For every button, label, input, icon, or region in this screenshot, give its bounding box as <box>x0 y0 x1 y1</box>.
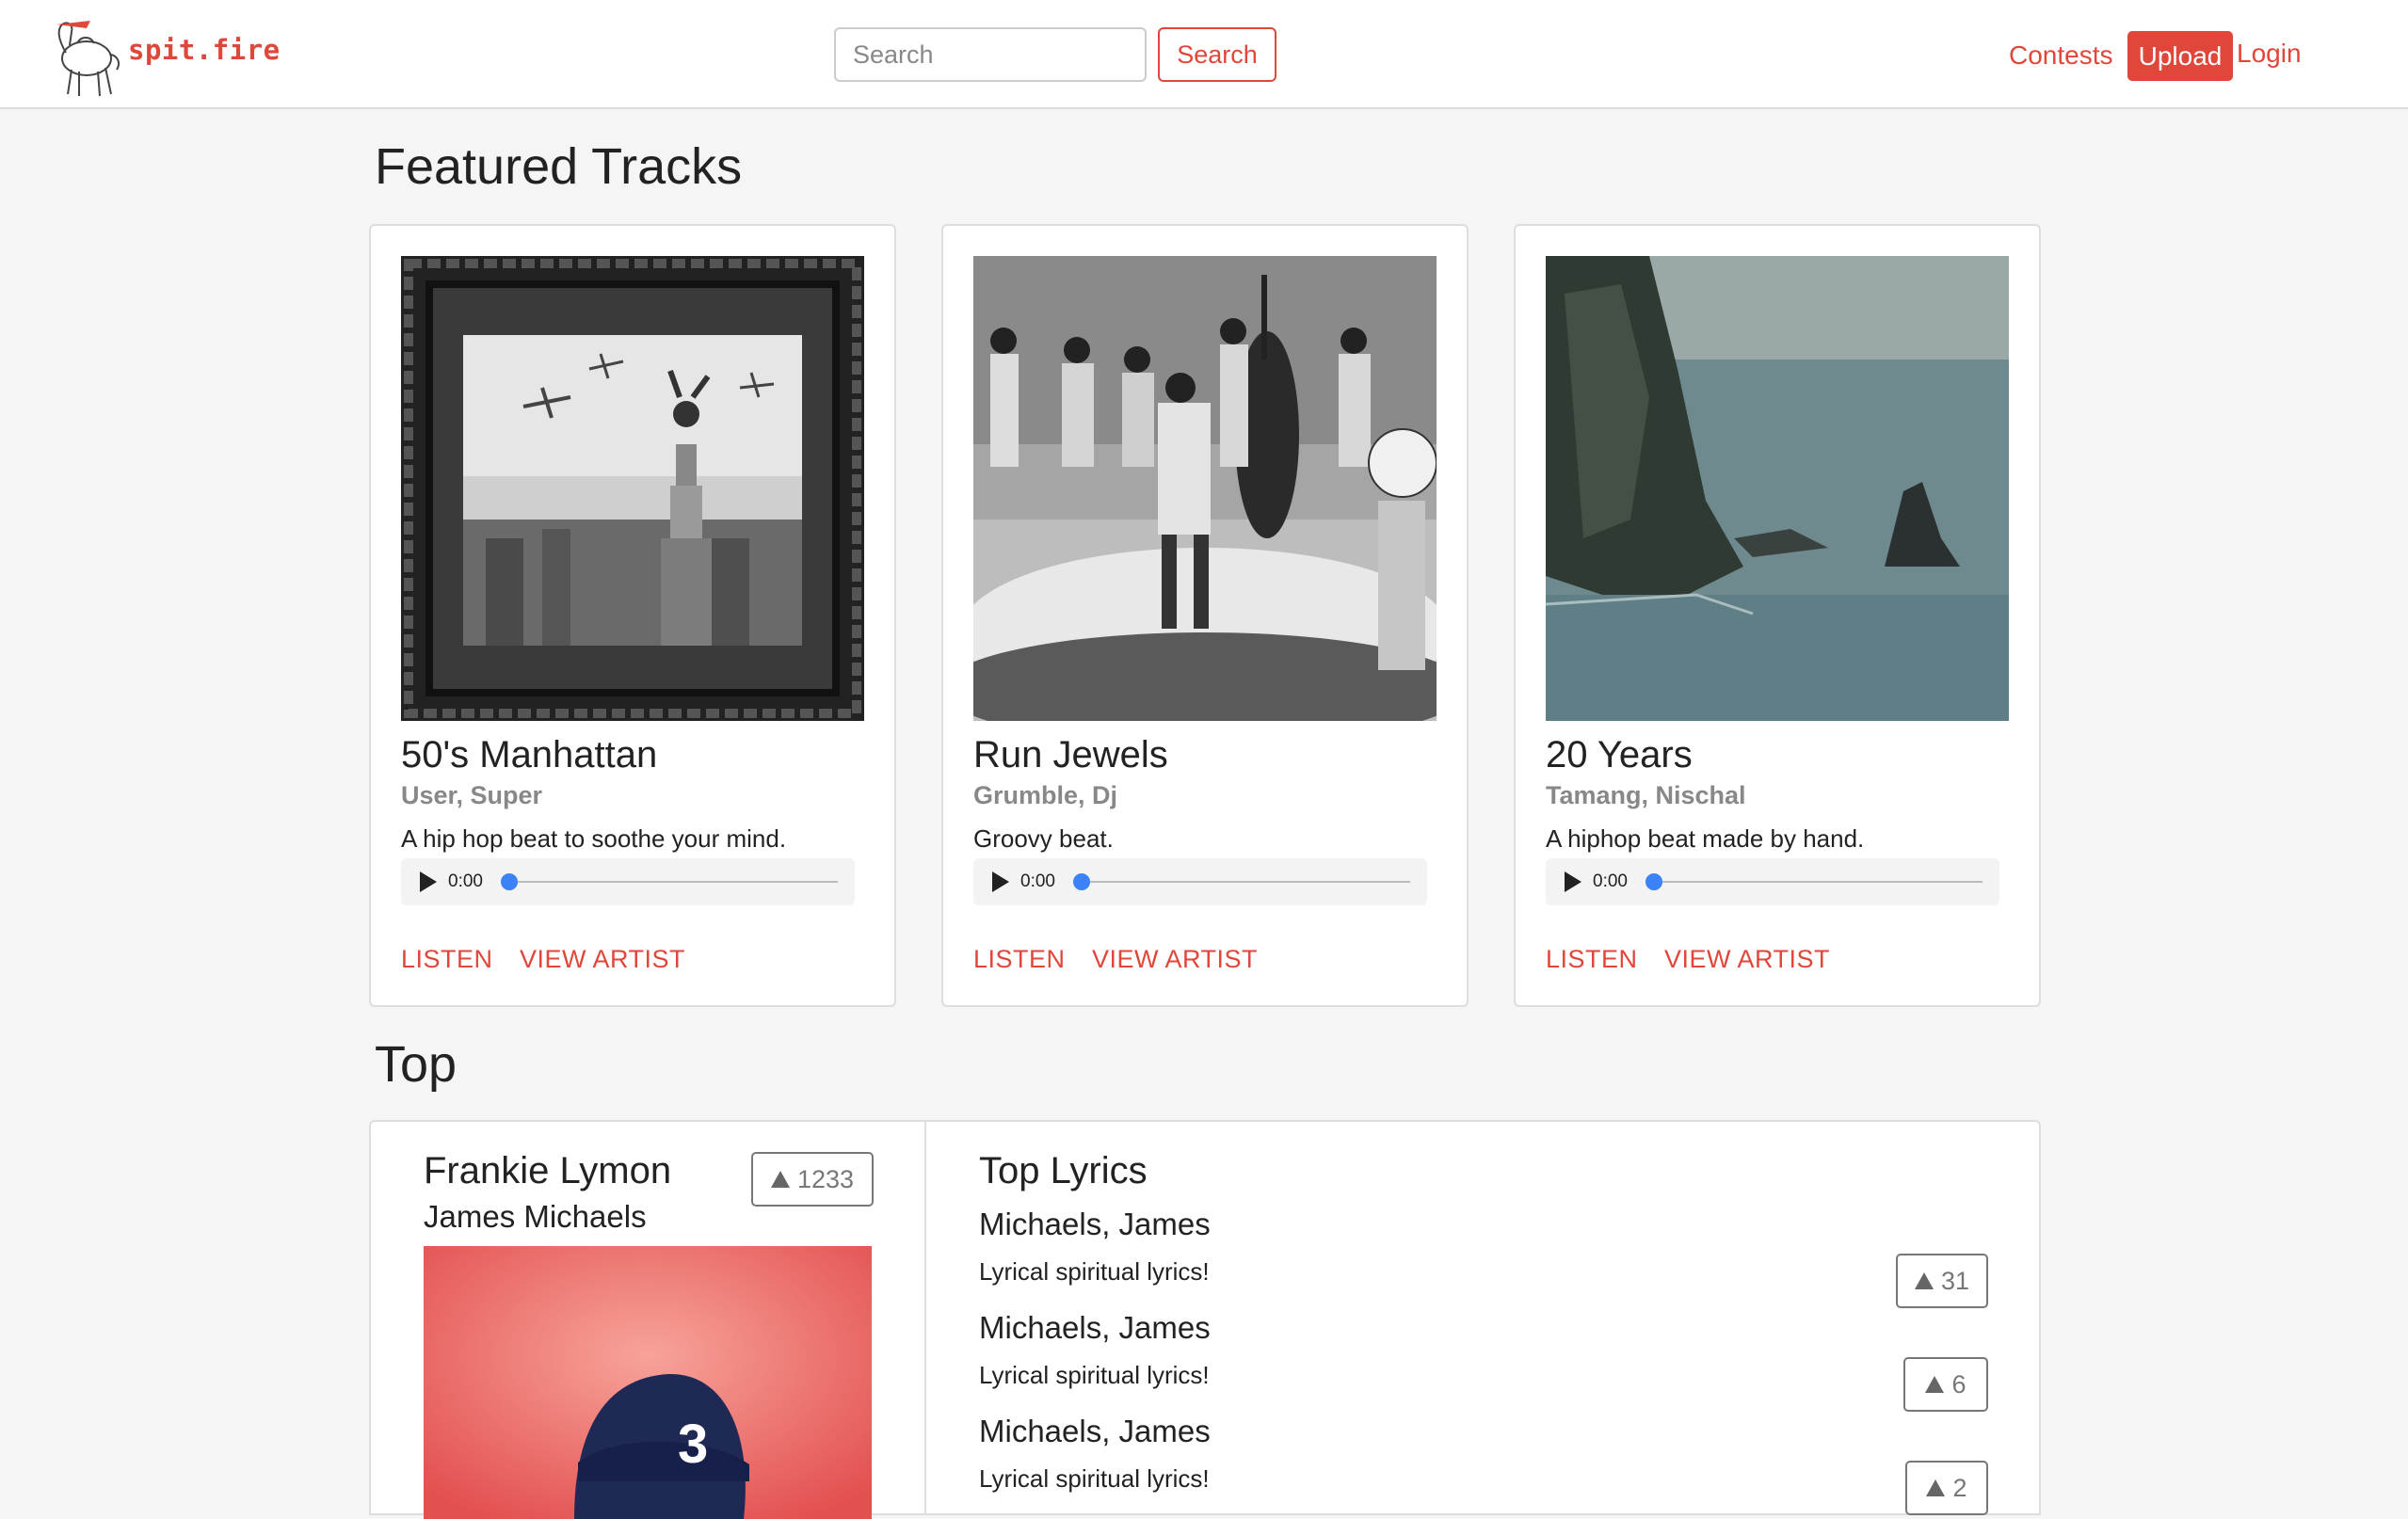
login-link[interactable]: Login <box>2237 39 2302 69</box>
top-heading: Top <box>375 1036 458 1093</box>
search-input[interactable] <box>834 27 1147 82</box>
camel-logo[interactable] <box>49 11 128 98</box>
lyric-author: Michaels, James <box>979 1207 1211 1241</box>
track-artwork <box>973 256 1437 721</box>
upvote-triangle-icon <box>1914 1272 1934 1289</box>
audio-player: 0:00 <box>973 858 1427 905</box>
track-artist: Tamang, Nischal <box>1546 781 1746 809</box>
brand-name[interactable]: spit.fire <box>128 34 281 66</box>
upvote-triangle-icon <box>770 1171 790 1188</box>
listen-link[interactable]: LISTEN <box>401 945 493 974</box>
top-artist-artwork: 3 <box>424 1246 872 1519</box>
upload-button[interactable]: Upload <box>2127 31 2233 81</box>
lyric-text: Lyrical spiritual lyrics! <box>979 1257 1210 1286</box>
lyric-text: Lyrical spiritual lyrics! <box>979 1464 1210 1493</box>
track-card: Run Jewels Grumble, Dj Groovy beat. 0:00… <box>941 224 1469 1007</box>
lyric-author: Michaels, James <box>979 1414 1211 1448</box>
listen-link[interactable]: LISTEN <box>1546 945 1638 974</box>
lyric-author: Michaels, James <box>979 1310 1211 1345</box>
play-icon[interactable] <box>1565 871 1581 892</box>
track-title: 50's Manhattan <box>401 734 658 775</box>
player-time: 0:00 <box>448 871 483 891</box>
view-artist-link[interactable]: VIEW ARTIST <box>520 945 685 974</box>
player-seek-knob[interactable] <box>501 873 518 890</box>
player-seek-bar[interactable] <box>1655 881 1983 883</box>
vote-count: 6 <box>1951 1369 1967 1399</box>
lyric-upvote-button[interactable]: 2 <box>1905 1461 1988 1515</box>
audio-player: 0:00 <box>401 858 855 905</box>
player-seek-bar[interactable] <box>510 881 838 883</box>
navbar: spit.fire Search Contests Upload Login <box>0 0 2408 109</box>
track-card: 50's Manhattan User, Super A hip hop bea… <box>369 224 896 1007</box>
track-title: 20 Years <box>1546 734 1693 775</box>
player-seek-bar[interactable] <box>1083 881 1410 883</box>
upvote-triangle-icon <box>1925 1376 1945 1393</box>
top-lyrics-heading: Top Lyrics <box>979 1150 1148 1191</box>
upvote-button[interactable]: 1233 <box>751 1152 874 1207</box>
search-button[interactable]: Search <box>1158 27 1276 82</box>
player-time: 0:00 <box>1020 871 1055 891</box>
upvote-triangle-icon <box>1926 1479 1946 1496</box>
track-artwork <box>1546 256 2009 721</box>
view-artist-link[interactable]: VIEW ARTIST <box>1664 945 1830 974</box>
player-seek-knob[interactable] <box>1645 873 1662 890</box>
play-icon[interactable] <box>420 871 437 892</box>
nav-contests-link[interactable]: Contests <box>2009 40 2113 71</box>
lyric-upvote-button[interactable]: 31 <box>1896 1254 1988 1308</box>
vote-count: 2 <box>1952 1473 1967 1502</box>
top-lyrics-panel: Top Lyrics Michaels, James Lyrical spiri… <box>924 1120 2041 1515</box>
audio-player: 0:00 <box>1546 858 1999 905</box>
listen-link[interactable]: LISTEN <box>973 945 1066 974</box>
vote-count: 31 <box>1940 1266 1970 1295</box>
track-card: 20 Years Tamang, Nischal A hiphop beat m… <box>1514 224 2041 1007</box>
play-icon[interactable] <box>992 871 1009 892</box>
top-artist-panel: Frankie Lymon James Michaels 1233 3 <box>369 1120 926 1519</box>
track-description: Groovy beat. <box>973 824 1114 853</box>
vote-count: 1233 <box>796 1164 855 1193</box>
top-artist-subtitle: James Michaels <box>424 1199 647 1234</box>
svg-text:3: 3 <box>678 1414 708 1475</box>
top-artist-name: Frankie Lymon <box>424 1150 672 1191</box>
featured-heading: Featured Tracks <box>375 138 743 195</box>
lyric-text: Lyrical spiritual lyrics! <box>979 1361 1210 1389</box>
view-artist-link[interactable]: VIEW ARTIST <box>1092 945 1258 974</box>
lyric-upvote-button[interactable]: 6 <box>1903 1357 1988 1412</box>
track-artwork <box>401 256 864 721</box>
player-time: 0:00 <box>1593 871 1628 891</box>
track-artist: User, Super <box>401 781 543 809</box>
track-title: Run Jewels <box>973 734 1168 775</box>
track-artist: Grumble, Dj <box>973 781 1118 809</box>
track-description: A hip hop beat to soothe your mind. <box>401 824 787 853</box>
track-description: A hiphop beat made by hand. <box>1546 824 1865 853</box>
player-seek-knob[interactable] <box>1073 873 1090 890</box>
